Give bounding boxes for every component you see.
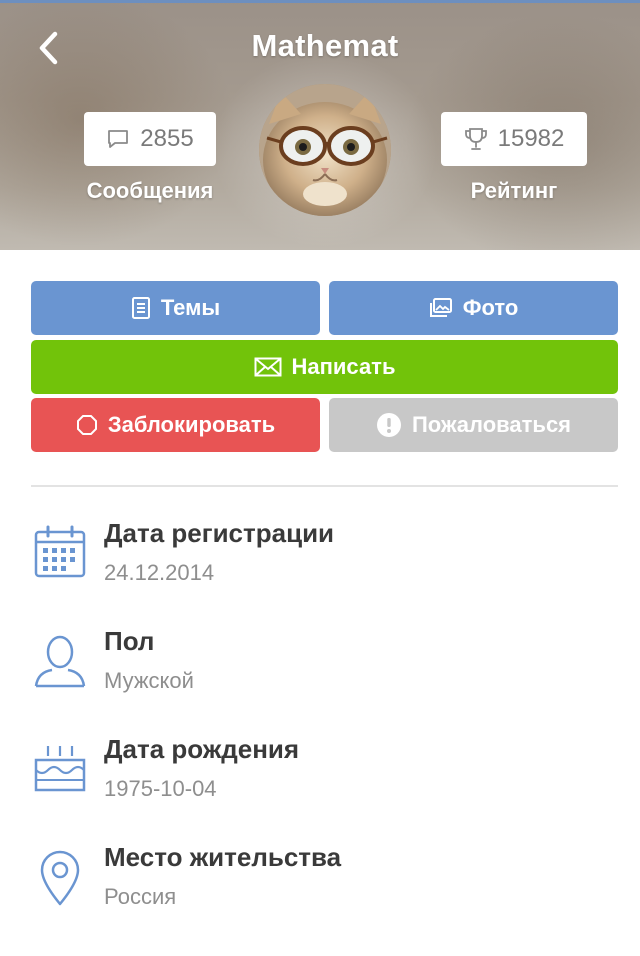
messages-count: 2855 [140,125,194,152]
write-button-label: Написать [291,354,396,379]
write-message-button[interactable]: Написать [31,340,618,394]
profile-header: Mathemat 2855 Сообщения 15982 Рейтинг [0,0,640,250]
registration-date-value: 24.12.2014 [104,560,215,585]
location-value: Россия [104,884,177,909]
gender-label: Пол [104,626,155,656]
back-button[interactable] [28,26,68,70]
report-button[interactable]: Пожаловаться [329,398,618,452]
exclamation-circle-icon [376,413,401,437]
gender-row: Пол Мужской [0,626,640,726]
topics-button[interactable]: Темы [31,281,320,335]
location-pin-icon [40,850,80,906]
chat-bubble-icon [108,130,129,148]
user-icon [34,635,86,688]
avatar[interactable] [259,84,391,216]
registration-date-row: Дата регистрации 24.12.2014 [0,518,640,618]
photo-button-label: Фото [462,295,519,320]
cat-avatar-image [259,84,391,216]
photo-button[interactable]: Фото [329,281,618,335]
rating-count: 15982 [497,125,565,152]
report-button-label: Пожаловаться [411,412,572,437]
location-label: Место жительства [104,842,342,872]
block-button-label: Заблокировать [107,412,276,437]
gender-value: Мужской [104,668,194,693]
block-button[interactable]: Заблокировать [31,398,320,452]
location-row: Место жительства Россия [0,842,640,942]
page-title: Mathemat [251,28,399,63]
birthday-value: 1975-10-04 [104,776,217,801]
birthday-label: Дата рождения [104,734,300,764]
registration-date-label: Дата регистрации [104,518,335,548]
rating-count-box[interactable]: 15982 [441,112,587,166]
cake-icon [34,746,86,792]
chevron-left-icon [39,31,58,65]
block-octagon-icon [76,415,97,435]
messages-label: Сообщения [86,178,214,203]
messages-count-box[interactable]: 2855 [84,112,216,166]
birthday-row: Дата рождения 1975-10-04 [0,734,640,834]
calendar-icon [34,525,86,578]
topics-button-label: Темы [160,295,221,320]
document-icon [131,297,150,319]
envelope-icon [254,357,281,377]
trophy-icon [464,128,487,150]
photo-gallery-icon [429,298,452,317]
rating-label: Рейтинг [470,178,558,203]
divider [31,485,618,487]
